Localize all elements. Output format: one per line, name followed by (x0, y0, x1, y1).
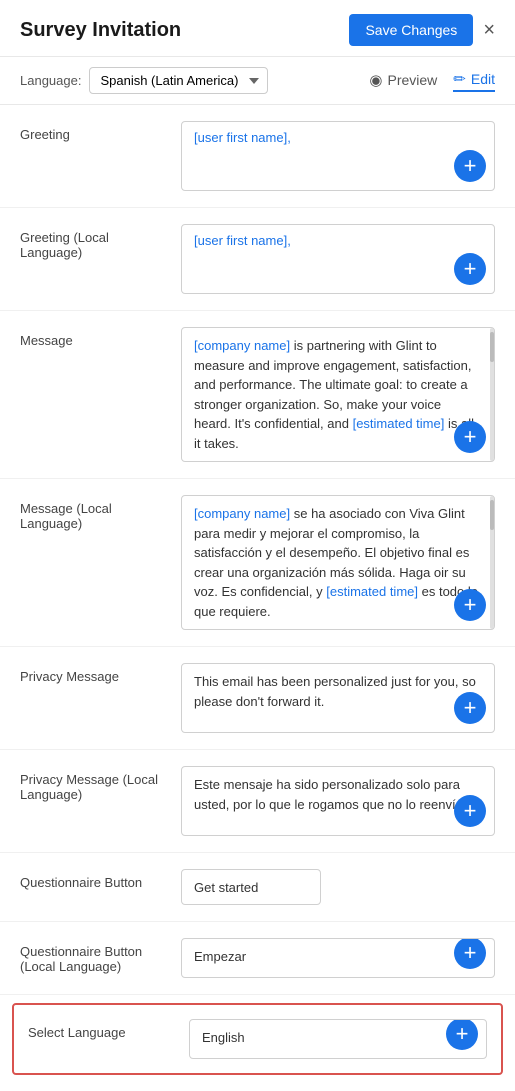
privacy-message-label: Privacy Message (20, 663, 165, 684)
message-token1: [company name] (194, 338, 290, 353)
select-language-row: Select Language English + (14, 1005, 501, 1073)
save-button[interactable]: Save Changes (349, 14, 473, 46)
app-container: Survey Invitation Save Changes × Languag… (0, 0, 515, 1075)
privacy-message-local-plus-button[interactable]: + (454, 795, 486, 827)
questionnaire-button-local-label: Questionnaire Button (Local Language) (20, 938, 165, 974)
preview-icon: ◉ (369, 71, 382, 89)
privacy-message-local-text: Este mensaje ha sido personalizado solo … (194, 777, 466, 812)
message-text: [company name] is partnering with Glint … (194, 338, 474, 451)
message-token2: [estimated time] (353, 416, 445, 431)
greeting-local-plus-button[interactable]: + (454, 253, 486, 285)
questionnaire-button-local-row: Questionnaire Button (Local Language) Em… (0, 922, 515, 995)
privacy-message-input-wrap: This email has been personalized just fo… (181, 663, 495, 733)
message-row: Message [company name] is partnering wit… (0, 311, 515, 479)
select-language-highlighted-wrapper: Select Language English + (12, 1003, 503, 1075)
page-title: Survey Invitation (20, 19, 181, 42)
select-language-text: English (202, 1030, 245, 1045)
greeting-local-input-wrap: [user first name], + (181, 224, 495, 294)
message-local-label: Message (Local Language) (20, 495, 165, 531)
message-local-text: [company name] se ha asociado con Viva G… (194, 506, 478, 619)
questionnaire-button-input-wrap (181, 869, 495, 905)
language-select[interactable]: Spanish (Latin America) English French G… (89, 67, 268, 94)
message-local-box[interactable]: [company name] se ha asociado con Viva G… (181, 495, 495, 630)
questionnaire-button-local-text: Empezar (194, 949, 246, 964)
toolbar: Language: Spanish (Latin America) Englis… (0, 57, 515, 105)
preview-tab-label: Preview (388, 72, 438, 88)
header: Survey Invitation Save Changes × (0, 0, 515, 57)
select-language-input-wrap: English + (189, 1019, 487, 1059)
privacy-message-box[interactable]: This email has been personalized just fo… (181, 663, 495, 733)
select-language-box[interactable]: English + (189, 1019, 487, 1059)
questionnaire-button-local-plus-button[interactable]: + (454, 938, 486, 969)
header-actions: Save Changes × (349, 14, 495, 46)
message-plus-button[interactable]: + (454, 421, 486, 453)
message-local-input-wrap: [company name] se ha asociado con Viva G… (181, 495, 495, 630)
privacy-message-plus-button[interactable]: + (454, 692, 486, 724)
greeting-local-token: [user first name], (194, 233, 291, 248)
tab-edit[interactable]: ✏ Edit (453, 70, 495, 92)
questionnaire-button-local-input-wrap: Empezar + (181, 938, 495, 978)
greeting-local-row: Greeting (Local Language) [user first na… (0, 208, 515, 311)
message-local-plus-button[interactable]: + (454, 589, 486, 621)
message-label: Message (20, 327, 165, 348)
greeting-input-wrap: [user first name], + (181, 121, 495, 191)
greeting-token: [user first name], (194, 130, 291, 145)
message-input-wrap: [company name] is partnering with Glint … (181, 327, 495, 462)
privacy-message-local-input-wrap: Este mensaje ha sido personalizado solo … (181, 766, 495, 836)
greeting-local-box[interactable]: [user first name], + (181, 224, 495, 294)
select-language-plus-button[interactable]: + (446, 1019, 478, 1050)
greeting-box[interactable]: [user first name], + (181, 121, 495, 191)
message-local-token1: [company name] (194, 506, 290, 521)
privacy-message-local-box[interactable]: Este mensaje ha sido personalizado solo … (181, 766, 495, 836)
greeting-label: Greeting (20, 121, 165, 142)
tab-preview[interactable]: ◉ Preview (369, 71, 437, 91)
questionnaire-button-local-box[interactable]: Empezar + (181, 938, 495, 978)
privacy-message-text: This email has been personalized just fo… (194, 674, 476, 709)
language-section: Language: Spanish (Latin America) Englis… (20, 67, 268, 94)
greeting-local-label: Greeting (Local Language) (20, 224, 165, 260)
greeting-plus-button[interactable]: + (454, 150, 486, 182)
privacy-message-row: Privacy Message This email has been pers… (0, 647, 515, 750)
greeting-row: Greeting [user first name], + (0, 105, 515, 208)
questionnaire-button-row: Questionnaire Button (0, 853, 515, 922)
close-button[interactable]: × (483, 20, 495, 40)
message-local-row: Message (Local Language) [company name] … (0, 479, 515, 647)
view-tabs: ◉ Preview ✏ Edit (369, 70, 495, 92)
edit-tab-label: Edit (471, 71, 495, 87)
privacy-message-local-label: Privacy Message (Local Language) (20, 766, 165, 802)
questionnaire-button-input[interactable] (181, 869, 321, 905)
message-local-token2: [estimated time] (326, 584, 418, 599)
select-language-label: Select Language (28, 1019, 173, 1040)
privacy-message-local-row: Privacy Message (Local Language) Este me… (0, 750, 515, 853)
message-box[interactable]: [company name] is partnering with Glint … (181, 327, 495, 462)
form-body: Greeting [user first name], + Greeting (… (0, 105, 515, 1075)
language-label: Language: (20, 73, 81, 88)
edit-icon: ✏ (453, 70, 466, 88)
questionnaire-button-label: Questionnaire Button (20, 869, 165, 890)
